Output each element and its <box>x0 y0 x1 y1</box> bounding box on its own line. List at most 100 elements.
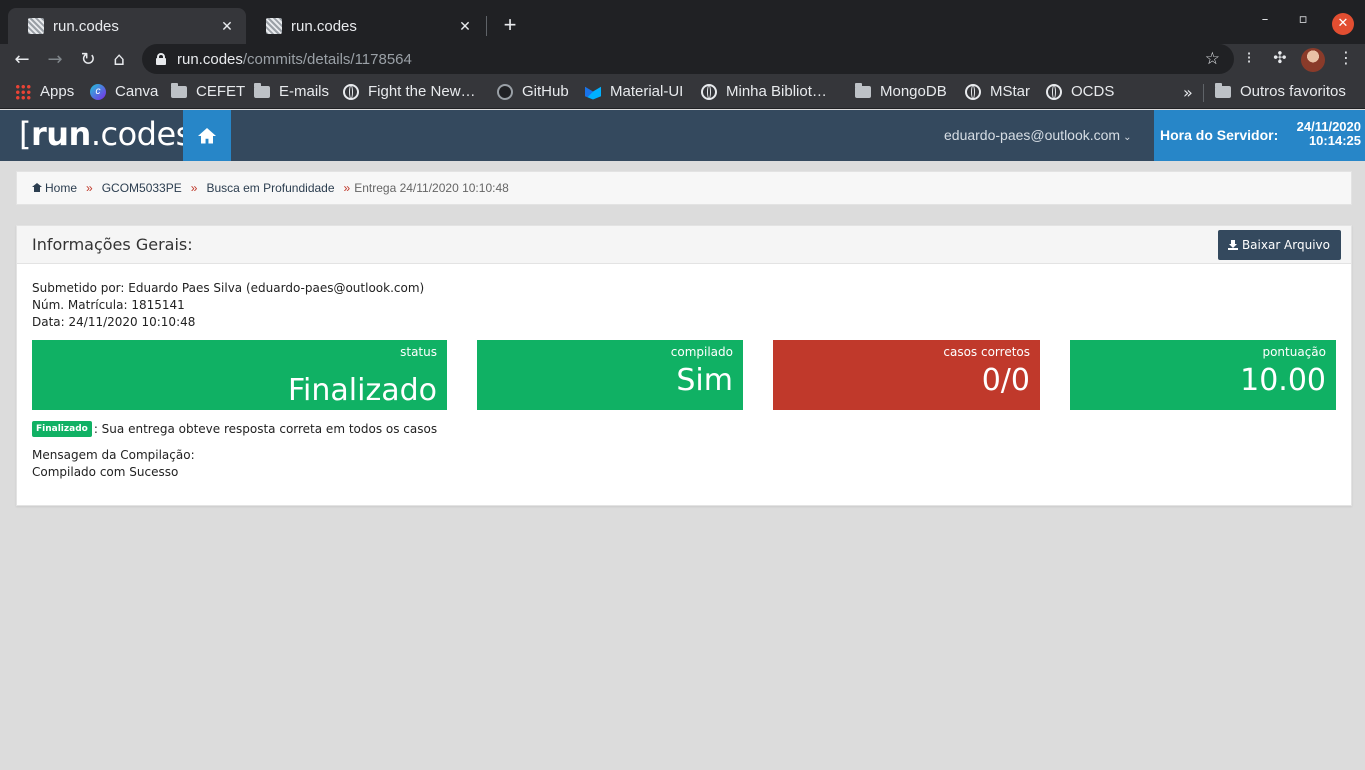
profile-avatar[interactable] <box>1301 48 1325 72</box>
bookmark-folder-emails[interactable]: E-mails <box>254 82 330 100</box>
correct-cases-card: casos corretos 0/0 <box>773 340 1040 410</box>
panel-title: Informações Gerais: <box>32 235 193 254</box>
url-text[interactable]: run.codes/commits/details/1178564 <box>177 51 412 68</box>
bookmark-label: Apps <box>40 83 75 100</box>
logo-bracket: [ <box>19 115 31 153</box>
server-datetime: 24/11/2020 10:14:25 <box>1297 120 1361 148</box>
download-label: Baixar Arquivo <box>1241 238 1330 252</box>
compilation-message: Mensagem da Compilação: Compilado com Su… <box>32 447 195 481</box>
submitted-by: Submetido por: Eduardo Paes Silva (eduar… <box>32 281 425 295</box>
home-icon <box>32 182 42 192</box>
forward-arrow-icon[interactable]: → <box>43 48 67 72</box>
back-arrow-icon[interactable]: ← <box>10 48 34 72</box>
compiled-card: compilado Sim <box>477 340 743 410</box>
extensions-puzzle-icon[interactable]: ✣ <box>1268 48 1292 67</box>
tab-close-icon[interactable]: ✕ <box>456 18 474 35</box>
url-path: /commits/details/1178564 <box>242 50 412 68</box>
globe-icon <box>343 83 359 100</box>
minimize-window-icon[interactable]: – <box>1255 12 1275 27</box>
extension-icon[interactable]: ⁝ <box>1237 48 1261 67</box>
close-window-icon[interactable]: ✕ <box>1332 13 1354 35</box>
bookmark-ocds[interactable]: OCDS <box>1046 83 1114 100</box>
site-favicon-icon <box>266 18 282 34</box>
download-file-button[interactable]: Baixar Arquivo <box>1217 230 1341 260</box>
card-value: 0/0 <box>981 363 1030 398</box>
folder-icon <box>1215 82 1231 98</box>
github-icon <box>497 83 513 100</box>
breadcrumb-separator: » <box>86 181 93 195</box>
user-menu[interactable]: eduardo-paes@outlook.com ⌄ <box>944 127 1131 143</box>
submission-date: Data: 24/11/2020 10:10:48 <box>32 315 196 329</box>
reload-icon[interactable]: ↻ <box>76 48 100 72</box>
result-text: : Sua entrega obteve resposta correta em… <box>93 422 438 436</box>
breadcrumb-current: Entrega 24/11/2020 10:10:48 <box>354 181 509 195</box>
home-icon <box>198 127 216 144</box>
status-card: status Finalizado <box>32 340 447 410</box>
bookmark-canva[interactable]: c Canva <box>90 83 158 100</box>
globe-icon <box>701 83 717 100</box>
tab-title: run.codes <box>291 17 357 35</box>
bookmark-apps[interactable]: Apps <box>15 83 74 100</box>
bookmark-other-favorites[interactable]: Outros favoritos <box>1215 82 1346 100</box>
chevron-down-icon: ⌄ <box>1123 132 1132 143</box>
folder-icon <box>855 82 871 98</box>
bookmark-github[interactable]: GitHub <box>497 83 569 100</box>
bookmark-minha-biblioteca[interactable]: Minha Bibliot… <box>701 83 827 100</box>
tab-close-icon[interactable]: ✕ <box>218 18 236 35</box>
folder-icon <box>254 82 270 98</box>
bookmark-label: MStar <box>990 83 1031 100</box>
browser-tab-active[interactable]: run.codes ✕ <box>8 8 246 44</box>
bookmark-folder-cefet[interactable]: CEFET <box>171 82 246 100</box>
bookmark-mstar[interactable]: MStar <box>965 83 1030 100</box>
bookmark-label: Material-UI <box>610 83 684 100</box>
material-ui-icon <box>585 86 601 100</box>
panel-header: Informações Gerais: Baixar Arquivo <box>17 226 1351 264</box>
address-bar[interactable]: run.codes/commits/details/1178564 ☆ <box>142 44 1234 74</box>
bookmark-label: Outros favoritos <box>1240 83 1346 100</box>
general-info-panel: Informações Gerais: Baixar Arquivo Subme… <box>16 225 1352 506</box>
url-host: run.codes <box>177 50 243 68</box>
breadcrumb-home[interactable]: Home <box>45 181 77 195</box>
browser-tab[interactable]: run.codes ✕ <box>246 8 484 44</box>
apps-grid-icon <box>15 83 31 100</box>
card-label: compilado <box>670 345 733 359</box>
card-value: Finalizado <box>287 373 437 408</box>
bookmark-fight-the-new[interactable]: Fight the New… <box>343 83 476 100</box>
bookmark-label: OCDS <box>1071 83 1115 100</box>
globe-icon <box>1046 83 1062 100</box>
bookmarks-overflow-icon[interactable]: » <box>1183 83 1193 102</box>
bookmark-star-icon[interactable]: ☆ <box>1205 49 1220 69</box>
maximize-window-icon[interactable]: ▫ <box>1293 12 1313 27</box>
server-time-box: Hora do Servidor: 24/11/2020 10:14:25 <box>1154 110 1365 161</box>
server-date: 24/11/2020 <box>1296 119 1361 134</box>
bookmark-material-ui[interactable]: Material-UI <box>585 83 683 100</box>
bookmark-label: E-mails <box>279 83 330 100</box>
new-tab-button[interactable]: + <box>498 12 522 38</box>
bookmarks-divider <box>1203 84 1204 102</box>
breadcrumb-course[interactable]: GCOM5033PE <box>102 181 182 195</box>
submission-info: Submetido por: Eduardo Paes Silva (eduar… <box>32 280 424 331</box>
site-favicon-icon <box>28 18 44 34</box>
site-logo[interactable]: [run.codes] <box>19 115 204 153</box>
site-header: [run.codes] eduardo-paes@outlook.com ⌄ Ho… <box>0 110 1365 161</box>
bookmark-folder-mongodb[interactable]: MongoDB <box>855 82 947 100</box>
card-value: Sim <box>676 363 733 398</box>
browser-toolbar: ← → ↻ ⌂ run.codes/commits/details/117856… <box>0 44 1365 76</box>
card-value: 10.00 <box>1240 363 1326 398</box>
browser-menu-icon[interactable]: ⋮ <box>1334 48 1358 67</box>
canva-icon: c <box>90 83 106 100</box>
download-icon <box>1227 240 1238 250</box>
home-icon[interactable]: ⌂ <box>107 48 131 72</box>
bookmark-label: CEFET <box>196 83 246 100</box>
home-button[interactable] <box>183 110 231 161</box>
breadcrumb-separator: » <box>343 181 351 195</box>
result-line: Finalizado : Sua entrega obteve resposta… <box>32 421 437 437</box>
breadcrumb-exercise[interactable]: Busca em Profundidade <box>206 181 334 195</box>
server-time-label: Hora do Servidor: <box>1160 127 1279 143</box>
card-label: pontuação <box>1262 345 1326 359</box>
bookmark-label: Minha Bibliot… <box>726 83 827 100</box>
breadcrumb: Home » GCOM5033PE » Busca em Profundidad… <box>16 171 1352 205</box>
bookmark-label: GitHub <box>522 83 569 100</box>
breadcrumb-separator: » <box>190 181 198 195</box>
lock-icon[interactable] <box>156 53 166 65</box>
